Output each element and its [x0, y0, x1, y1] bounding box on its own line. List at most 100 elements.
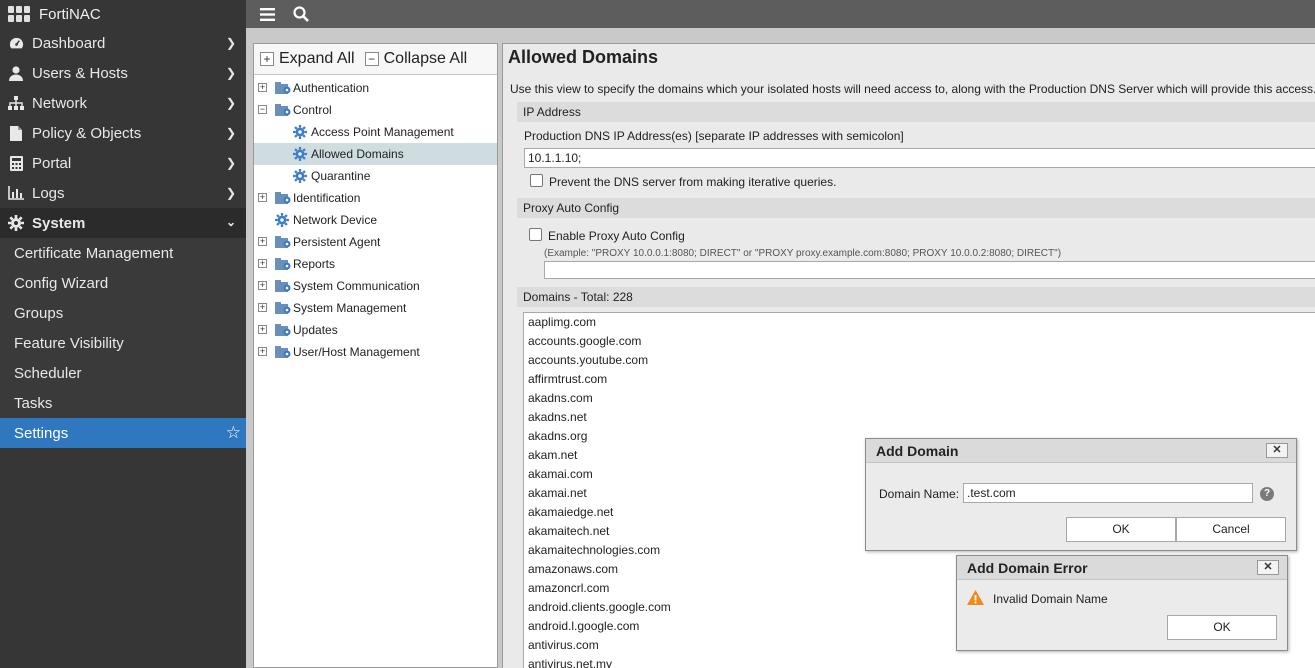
nav-label: Users & Hosts	[32, 64, 128, 82]
nav-item-logs[interactable]: Logs ❯	[0, 178, 246, 208]
collapse-icon[interactable]: −	[258, 105, 267, 114]
nav-label: Dashboard	[32, 34, 106, 52]
sidebar-item-tasks[interactable]: Tasks	[0, 388, 246, 418]
list-item[interactable]: accounts.youtube.com	[524, 351, 1315, 370]
tree-node-label: Access Point Management	[311, 125, 454, 139]
gear-icon	[293, 125, 307, 139]
prevent-iterative-label: Prevent the DNS server from making itera…	[549, 175, 837, 189]
dashboard-icon	[8, 35, 24, 51]
dialog-title: Add Domain Error	[967, 560, 1088, 576]
tree-node-reports[interactable]: + Reports	[254, 253, 497, 275]
gear-icon	[293, 169, 307, 183]
folder-gear-icon	[275, 324, 291, 336]
expand-icon[interactable]: +	[258, 259, 267, 268]
nav-item-system[interactable]: System ⌄	[0, 208, 246, 238]
expand-icon[interactable]: +	[258, 83, 267, 92]
page-title: Allowed Domains	[508, 47, 659, 67]
tree-node-authentication[interactable]: + Authentication	[254, 77, 497, 99]
sidebar-item-certificate-management[interactable]: Certificate Management	[0, 238, 246, 268]
sidebar: FortiNAC Dashboard ❯ Users & Hosts ❯ Net…	[0, 0, 246, 668]
proxy-config-input[interactable]	[544, 261, 1315, 279]
add-domain-dialog: Add Domain ✕ Domain Name: .test.com ? OK…	[865, 438, 1297, 551]
search-button[interactable]	[290, 3, 312, 25]
folder-gear-icon	[275, 236, 291, 248]
sidebar-item-config-wizard[interactable]: Config Wizard	[0, 268, 246, 298]
sidebar-item-feature-visibility[interactable]: Feature Visibility	[0, 328, 246, 358]
chevron-right-icon: ❯	[225, 66, 236, 80]
chevron-right-icon: ❯	[225, 156, 236, 170]
list-item[interactable]: aaplimg.com	[524, 313, 1315, 332]
tree-node-network-device[interactable]: Network Device	[254, 209, 497, 231]
proxy-section-header: Proxy Auto Config	[517, 198, 1315, 218]
expand-icon[interactable]: +	[258, 303, 267, 312]
tree-node-control[interactable]: − Control	[254, 99, 497, 121]
list-item[interactable]: akadns.com	[524, 389, 1315, 408]
nav-item-dashboard[interactable]: Dashboard ❯	[0, 28, 246, 58]
nav-item-policy-objects[interactable]: Policy & Objects ❯	[0, 118, 246, 148]
ok-button[interactable]: OK	[1066, 517, 1176, 542]
expand-all-button[interactable]: + Expand All	[260, 50, 355, 68]
gear-icon	[293, 147, 307, 161]
nav-item-users-hosts[interactable]: Users & Hosts ❯	[0, 58, 246, 88]
network-icon	[8, 95, 24, 111]
chevron-down-icon: ⌄	[225, 215, 236, 229]
prevent-iterative-checkbox[interactable]	[530, 174, 543, 187]
sidebar-item-groups[interactable]: Groups	[0, 298, 246, 328]
error-message: Invalid Domain Name	[993, 592, 1108, 606]
search-icon	[293, 6, 309, 22]
nav-label: Network	[32, 94, 88, 112]
tree-node-system-management[interactable]: + System Management	[254, 297, 497, 319]
expand-icon[interactable]: +	[258, 237, 267, 246]
help-icon[interactable]: ?	[1260, 487, 1274, 501]
tree-node-user-host-management[interactable]: + User/Host Management	[254, 341, 497, 363]
sidebar-item-settings[interactable]: Settings ☆	[0, 418, 246, 448]
list-item[interactable]: akadns.net	[524, 408, 1315, 427]
top-bar	[246, 0, 1315, 28]
expand-icon[interactable]: +	[258, 193, 267, 202]
portal-icon	[8, 155, 24, 171]
error-ok-button[interactable]: OK	[1167, 615, 1277, 640]
warning-icon	[967, 590, 984, 605]
collapse-all-button[interactable]: − Collapse All	[364, 50, 468, 68]
tree-node-system-communication[interactable]: + System Communication	[254, 275, 497, 297]
close-button[interactable]: ✕	[1257, 560, 1279, 575]
nav-item-network[interactable]: Network ❯	[0, 88, 246, 118]
list-item[interactable]: affirmtrust.com	[524, 370, 1315, 389]
domains-section-header: Domains - Total: 228	[517, 287, 1315, 307]
expand-icon[interactable]: +	[258, 347, 267, 356]
tree-node-quarantine[interactable]: Quarantine	[254, 165, 497, 187]
tree-node-persistent-agent[interactable]: + Persistent Agent	[254, 231, 497, 253]
cancel-button[interactable]: Cancel	[1176, 517, 1286, 542]
tree-node-access-point-management[interactable]: Access Point Management	[254, 121, 497, 143]
nav-item-portal[interactable]: Portal ❯	[0, 148, 246, 178]
list-item[interactable]: antivirus.net.my	[524, 655, 1315, 668]
tree-node-allowed-domains[interactable]: Allowed Domains	[254, 143, 497, 165]
sidebar-item-scheduler[interactable]: Scheduler	[0, 358, 246, 388]
folder-gear-icon	[275, 104, 291, 116]
nav-label: Portal	[32, 154, 72, 172]
tree-node-label: User/Host Management	[293, 345, 420, 359]
tree-node-label: Updates	[293, 323, 338, 337]
expand-icon[interactable]: +	[258, 325, 267, 334]
tree-toolbar: + Expand All − Collapse All	[254, 44, 497, 75]
tree-node-updates[interactable]: + Updates	[254, 319, 497, 341]
collapse-all-label: Collapse All	[383, 50, 468, 67]
menu-toggle-button[interactable]	[256, 3, 278, 25]
ip-address-section-header: IP Address	[517, 102, 1315, 122]
tree-node-identification[interactable]: + Identification	[254, 187, 497, 209]
folder-gear-icon	[275, 346, 291, 358]
domain-name-input[interactable]: .test.com	[963, 483, 1253, 503]
gear-icon	[8, 215, 24, 231]
fortinet-logo-icon	[8, 6, 30, 22]
add-domain-error-dialog: Add Domain Error ✕ Invalid Domain Name O…	[956, 555, 1288, 651]
list-item[interactable]: accounts.google.com	[524, 332, 1315, 351]
star-icon[interactable]: ☆	[226, 423, 241, 443]
close-button[interactable]: ✕	[1266, 443, 1288, 458]
expand-icon[interactable]: +	[258, 281, 267, 290]
add-domain-dialog-header: Add Domain ✕	[866, 439, 1296, 463]
gear-icon	[275, 213, 289, 227]
dns-ip-input[interactable]: 10.1.1.10;	[524, 148, 1315, 168]
enable-proxy-checkbox[interactable]	[529, 228, 542, 241]
folder-gear-icon	[275, 258, 291, 270]
brand[interactable]: FortiNAC	[0, 0, 246, 28]
